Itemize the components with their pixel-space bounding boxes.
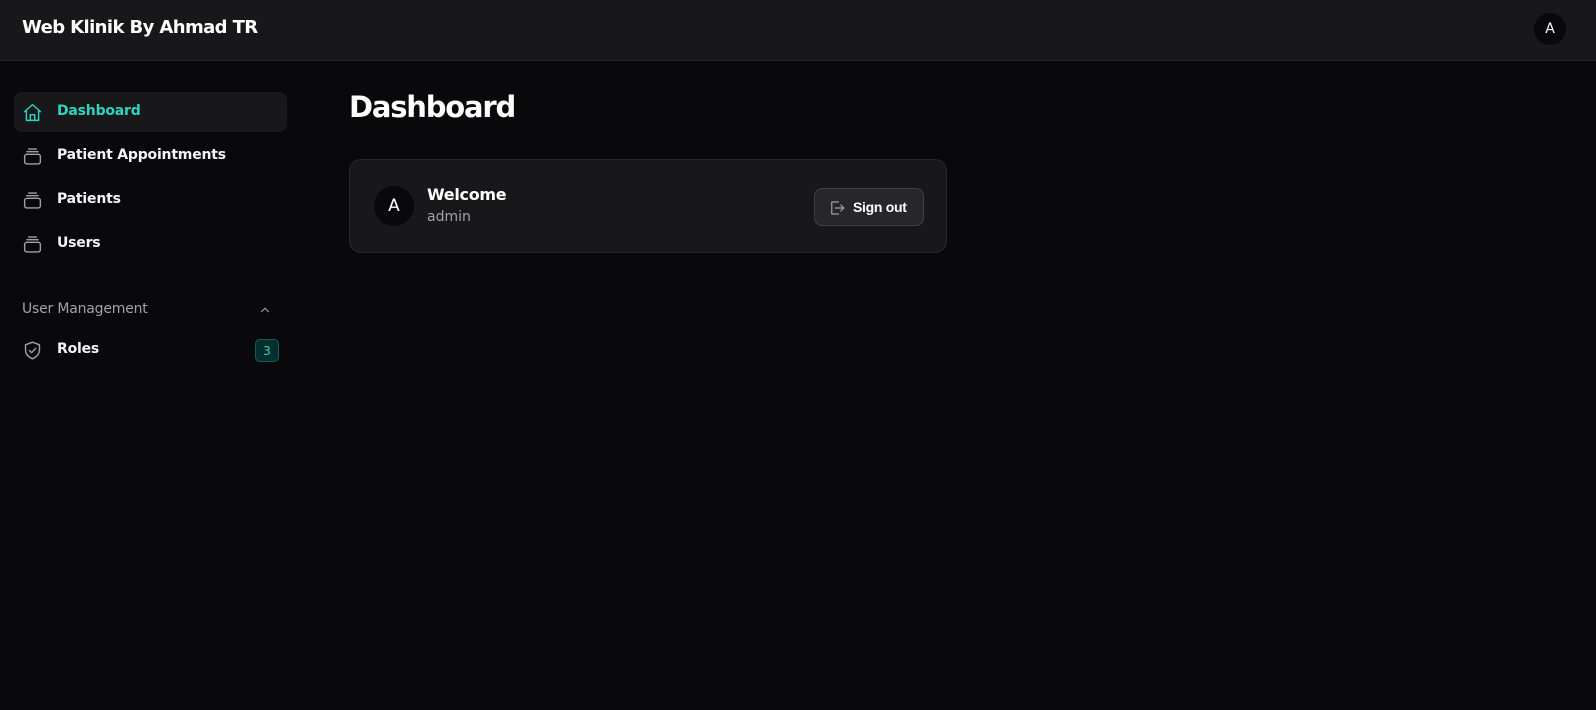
user-avatar-button[interactable]: A — [1534, 13, 1566, 45]
stack-icon — [22, 146, 43, 167]
sidebar-item-roles[interactable]: Roles 3 — [14, 330, 287, 370]
shield-check-icon — [22, 340, 43, 361]
sign-out-icon — [828, 199, 846, 217]
sidebar-item-dashboard[interactable]: Dashboard — [14, 92, 287, 132]
sidebar-item-label: Users — [57, 235, 101, 251]
sidebar-item-users[interactable]: Users — [14, 224, 287, 264]
group-label: User Management — [22, 301, 148, 317]
username-label: admin — [427, 209, 471, 225]
sidebar-item-patient-appointments[interactable]: Patient Appointments — [14, 136, 287, 176]
sidebar-item-label: Patients — [57, 191, 121, 207]
group-toggle-user-management[interactable]: User Management — [14, 298, 287, 322]
sidebar: Dashboard Patient Appointments Patients — [14, 92, 287, 362]
welcome-card: A Welcome admin Sign out — [349, 159, 947, 253]
avatar: A — [374, 186, 414, 226]
home-icon — [22, 102, 43, 123]
stack-icon — [22, 190, 43, 211]
top-bar: Web Klinik By Ahmad TR A — [0, 0, 1596, 61]
page-title: Dashboard — [349, 90, 516, 124]
sidebar-item-label: Roles — [57, 341, 100, 357]
sign-out-label: Sign out — [853, 199, 907, 215]
brand-title[interactable]: Web Klinik By Ahmad TR — [22, 17, 258, 38]
count-badge: 3 — [255, 339, 279, 362]
sidebar-item-label: Patient Appointments — [57, 147, 226, 163]
welcome-heading: Welcome — [427, 185, 507, 204]
chevron-up-icon — [258, 302, 272, 316]
sidebar-item-label: Dashboard — [57, 103, 141, 119]
sign-out-button[interactable]: Sign out — [814, 188, 924, 226]
stack-icon — [22, 234, 43, 255]
sidebar-item-patients[interactable]: Patients — [14, 180, 287, 220]
